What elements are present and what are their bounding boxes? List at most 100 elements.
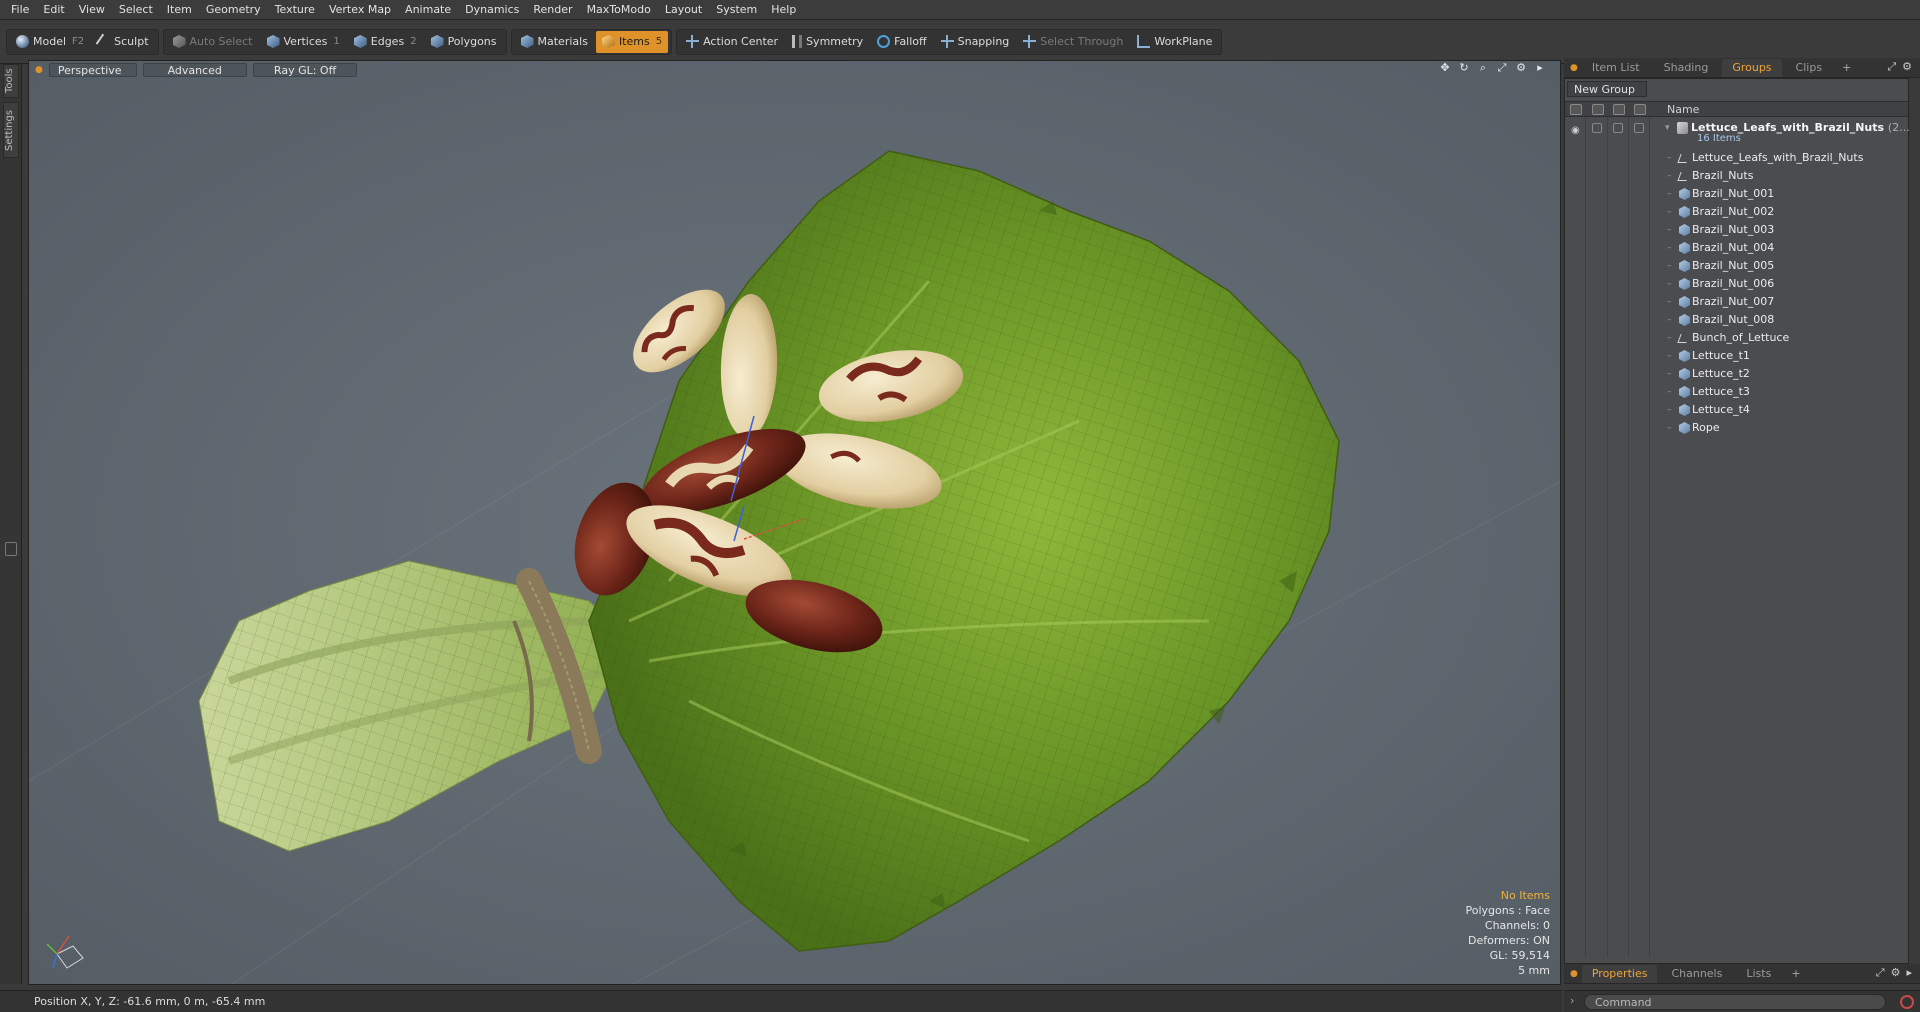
menu-item[interactable]: Item: [160, 0, 199, 20]
group-item-row[interactable]: – Brazil_Nut_008: [1565, 311, 1908, 329]
group-item-row[interactable]: – Brazil_Nut_005: [1565, 257, 1908, 275]
menu-vertex-map[interactable]: Vertex Map: [322, 0, 398, 20]
command-history-arrow-icon[interactable]: ›: [1570, 994, 1574, 1007]
group-item-row[interactable]: – Brazil_Nut_003: [1565, 221, 1908, 239]
maximize-panel-icon[interactable]: ⤢: [1887, 60, 1896, 74]
group-item-row[interactable]: – Lettuce_t1: [1565, 347, 1908, 365]
menu-dynamics[interactable]: Dynamics: [458, 0, 526, 20]
materials-icon: [520, 35, 534, 48]
tab-lists[interactable]: Lists: [1736, 965, 1781, 983]
group-item-row[interactable]: – Brazil_Nuts: [1565, 167, 1908, 185]
group-row-root[interactable]: ◉ ▾ Lettuce_Leafs_with_Brazil_Nuts (2...…: [1565, 119, 1910, 149]
snapping-button[interactable]: Snapping: [935, 31, 1016, 53]
group-item-row[interactable]: – Lettuce_t4: [1565, 401, 1908, 419]
rotate-view-icon[interactable]: ↻: [1458, 62, 1470, 74]
sculpt-mode-button[interactable]: Sculpt: [92, 31, 154, 53]
panel-menu-arrow-icon[interactable]: ▸: [1906, 966, 1912, 980]
eye-toggle-icon[interactable]: ◉: [1571, 122, 1580, 140]
settings-tab[interactable]: Settings: [3, 102, 19, 158]
add-tab-button[interactable]: +: [1836, 59, 1857, 77]
tab-properties[interactable]: Properties: [1581, 964, 1658, 983]
menu-view[interactable]: View: [72, 0, 112, 20]
viewport-header: ● Perspective Advanced Ray GL: Off: [29, 61, 1560, 79]
tab-shading[interactable]: Shading: [1654, 59, 1719, 77]
maximize-view-icon[interactable]: ⤢: [1496, 62, 1508, 74]
panel-menu-dot-icon[interactable]: ●: [1570, 63, 1578, 73]
menu-render[interactable]: Render: [526, 0, 579, 20]
view-settings-gear-icon[interactable]: ⚙: [1515, 62, 1527, 74]
menu-system[interactable]: System: [709, 0, 764, 20]
viewport-menu-dot-icon[interactable]: ●: [35, 65, 43, 75]
falloff-button[interactable]: Falloff: [871, 31, 932, 53]
auto-select-button[interactable]: Auto Select: [167, 31, 259, 53]
group-item-row[interactable]: – Lettuce_t2: [1565, 365, 1908, 383]
panel-settings-gear-icon[interactable]: ⚙: [1891, 966, 1901, 980]
menu-help[interactable]: Help: [764, 0, 803, 20]
model-mode-button[interactable]: Model F2: [10, 31, 90, 53]
raygl-toggle[interactable]: Ray GL: Off: [252, 63, 358, 77]
group-item-row[interactable]: – Lettuce_t3: [1565, 383, 1908, 401]
symmetry-button[interactable]: Symmetry: [786, 31, 869, 53]
tools-tab[interactable]: Tools: [3, 64, 19, 98]
hud-scale: 5 mm: [1518, 964, 1550, 977]
view-mode-dropdown[interactable]: Perspective: [48, 63, 137, 77]
group-item-name: Brazil_Nut_004: [1692, 241, 1775, 254]
tab-channels[interactable]: Channels: [1661, 965, 1732, 983]
panel-menu-dot-icon[interactable]: ●: [1570, 969, 1578, 979]
tab-groups[interactable]: Groups: [1722, 58, 1782, 77]
group-item-row[interactable]: – Brazil_Nut_004: [1565, 239, 1908, 257]
menu-select[interactable]: Select: [112, 0, 160, 20]
workplane-icon: [1137, 35, 1151, 48]
menu-file[interactable]: File: [4, 0, 36, 20]
group-item-row[interactable]: – Brazil_Nut_007: [1565, 293, 1908, 311]
command-input[interactable]: [1584, 994, 1886, 1010]
select-through-button[interactable]: Select Through: [1017, 31, 1129, 53]
menu-geometry[interactable]: Geometry: [199, 0, 268, 20]
maximize-panel-icon[interactable]: ⤢: [1876, 966, 1885, 980]
menu-texture[interactable]: Texture: [268, 0, 322, 20]
workplane-button[interactable]: WorkPlane: [1131, 31, 1218, 53]
name-column-header[interactable]: Name: [1667, 103, 1699, 116]
items-button[interactable]: Items 5: [595, 30, 669, 53]
menu-animate[interactable]: Animate: [398, 0, 458, 20]
collapse-handle[interactable]: [5, 542, 17, 556]
select-icon[interactable]: [1634, 104, 1646, 115]
group-item-name: Lettuce_t3: [1692, 385, 1750, 398]
group-item-name: Rope: [1692, 421, 1720, 434]
group-item-row[interactable]: – Brazil_Nut_006: [1565, 275, 1908, 293]
group-item-row[interactable]: – Lettuce_Leafs_with_Brazil_Nuts: [1565, 149, 1908, 167]
tab-clips[interactable]: Clips: [1786, 59, 1833, 77]
render-toggle[interactable]: [1592, 123, 1602, 133]
group-item-row[interactable]: – Brazil_Nut_001: [1565, 185, 1908, 203]
materials-button[interactable]: Materials: [515, 31, 594, 53]
group-item-row[interactable]: – Brazil_Nut_002: [1565, 203, 1908, 221]
shading-dropdown[interactable]: Advanced: [142, 63, 247, 77]
edges-button[interactable]: Edges 2: [348, 31, 423, 53]
3d-viewport[interactable]: ● Perspective Advanced Ray GL: Off ✥ ↻ ⌕…: [28, 60, 1561, 985]
polygons-button[interactable]: Polygons: [425, 31, 503, 53]
menu-edit[interactable]: Edit: [36, 0, 71, 20]
select-toggle[interactable]: [1634, 123, 1644, 133]
lock-icon[interactable]: [1613, 104, 1625, 115]
tab-item-list[interactable]: Item List: [1582, 59, 1650, 77]
expand-arrow-icon[interactable]: ▾: [1665, 119, 1670, 137]
zoom-view-icon[interactable]: ⌕: [1477, 62, 1489, 74]
panel-settings-gear-icon[interactable]: ⚙: [1902, 60, 1912, 74]
menu-layout[interactable]: Layout: [658, 0, 709, 20]
group-item-row[interactable]: – Bunch_of_Lettuce: [1565, 329, 1908, 347]
view-menu-arrow-icon[interactable]: ▸: [1534, 62, 1546, 74]
group-item-name: Lettuce_Leafs_with_Brazil_Nuts: [1692, 151, 1864, 164]
vertices-button[interactable]: Vertices 1: [261, 31, 346, 53]
groups-column-header: Name: [1565, 101, 1908, 117]
action-center-button[interactable]: Action Center: [680, 31, 784, 53]
add-tab-button[interactable]: +: [1785, 965, 1806, 983]
group-item-row[interactable]: – Rope: [1565, 419, 1908, 437]
move-view-icon[interactable]: ✥: [1439, 62, 1451, 74]
stop-icon[interactable]: [1900, 995, 1914, 1009]
lock-toggle[interactable]: [1613, 123, 1623, 133]
select-through-icon: [1023, 35, 1037, 48]
visibility-eye-icon[interactable]: [1570, 104, 1582, 115]
menu-maxtomodo[interactable]: MaxToModo: [580, 0, 658, 20]
new-group-button[interactable]: New Group: [1567, 81, 1647, 97]
render-icon[interactable]: [1592, 104, 1604, 115]
